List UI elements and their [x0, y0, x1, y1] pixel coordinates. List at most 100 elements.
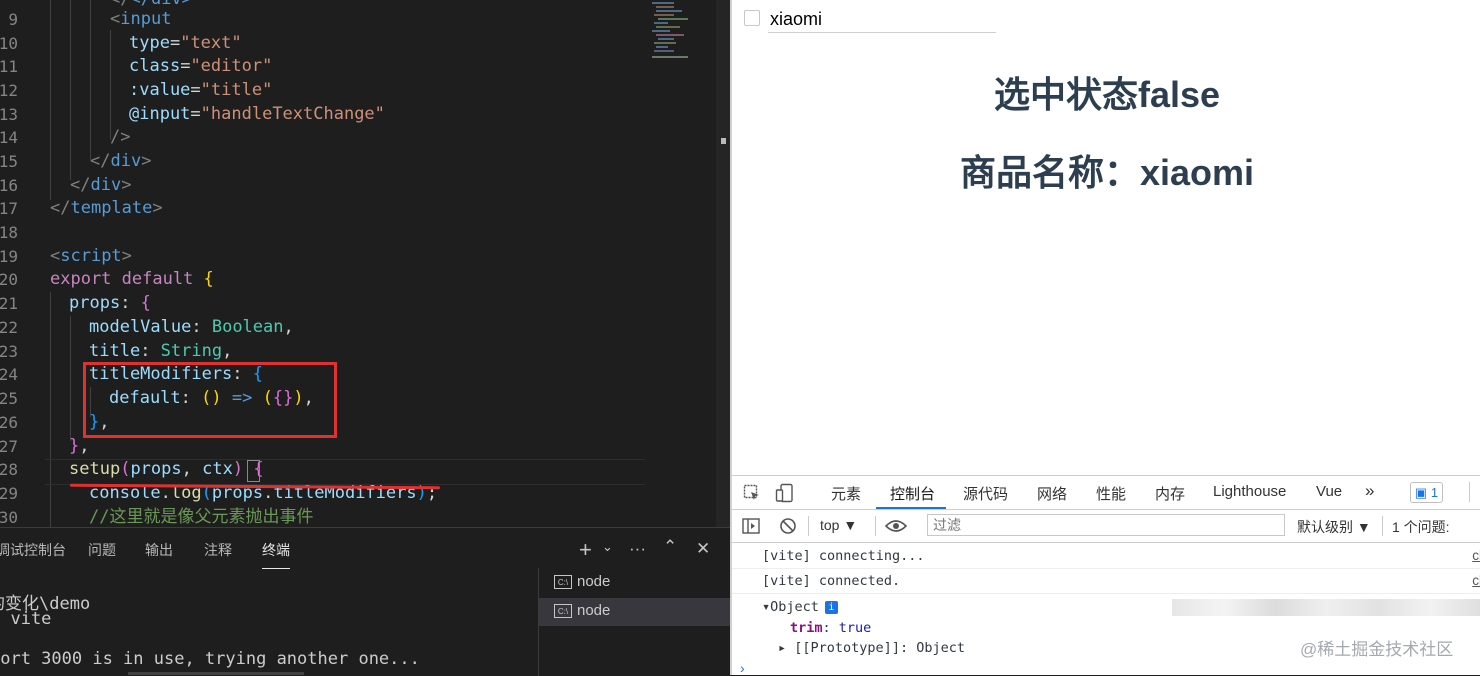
sidebar-toggle-icon[interactable]	[742, 518, 760, 534]
selected-checkbox[interactable]	[744, 10, 760, 26]
code-line: },	[69, 436, 90, 456]
line-number: 22	[0, 318, 18, 337]
indent-guide	[70, 0, 71, 180]
watermark-text: @稀土掘金技术社区	[1300, 640, 1454, 659]
product-title-input[interactable]	[768, 7, 996, 33]
info-icon[interactable]: i	[824, 601, 838, 614]
tab-vue[interactable]: Vue	[1316, 483, 1342, 500]
indent-guide	[90, 0, 91, 160]
object-label: Object	[770, 599, 819, 615]
terminal-list: C:\ node C:\ node	[538, 568, 731, 676]
tab-sources[interactable]: 源代码	[963, 483, 1008, 504]
tab-terminal[interactable]: 终端	[262, 540, 290, 569]
code-line: :value="title"	[129, 80, 273, 100]
tab-elements[interactable]: 元素	[831, 483, 861, 504]
console-object-entry[interactable]: ▾Object i	[762, 599, 838, 615]
chevron-down-icon[interactable]: ⌄	[602, 539, 613, 555]
live-expression-eye-icon[interactable]	[885, 519, 907, 533]
line-number: 24	[0, 365, 18, 384]
blurred-source-link	[1172, 599, 1480, 616]
code-line: </template>	[50, 198, 163, 218]
indent-guide	[50, 292, 51, 527]
more-tabs-icon[interactable]: »	[1365, 481, 1374, 501]
prototype-label: [[Prototype]]: Object	[794, 640, 965, 656]
browser-viewport: 选中状态false 商品名称：xiaomi	[730, 0, 1480, 475]
line-number: 13	[0, 105, 18, 124]
tab-comments[interactable]: 注释	[204, 540, 232, 560]
line-number: 11	[0, 57, 18, 76]
console-source-link[interactable]: cl	[1472, 548, 1480, 563]
code-line: export default {	[50, 269, 214, 289]
line-number: 28	[0, 460, 18, 479]
devtools-panel: 元素 控制台 源代码 网络 性能 内存 Lighthouse Vue » ▣ 1…	[730, 475, 1480, 676]
collapse-triangle-icon[interactable]: ▸	[778, 640, 786, 656]
log-level-selector[interactable]: 默认级别 ▼	[1297, 517, 1371, 537]
terminal-output-line: Port 3000 is in use, trying another one.…	[0, 649, 420, 669]
tab-network[interactable]: 网络	[1037, 483, 1067, 504]
code-editor[interactable]: 9 10 11 12 13 14 15 16 17 18 19 20 21 22 23 24 25 26 27 28 2…	[0, 0, 730, 527]
tab-memory[interactable]: 内存	[1155, 483, 1185, 504]
line-number: 21	[0, 294, 18, 313]
devtools-tab-bar: 元素 控制台 源代码 网络 性能 内存 Lighthouse Vue » ▣ 1…	[732, 476, 1480, 510]
code-comment: //这里就是像父元素抛出事件	[89, 507, 314, 527]
line-number: 19	[0, 247, 18, 266]
line-number: 10	[0, 34, 18, 53]
code-line: title: String,	[89, 341, 233, 361]
selection-status-heading: 选中状态false	[993, 74, 1221, 115]
code-line: modelValue: Boolean,	[89, 317, 294, 337]
object-prototype[interactable]: ▸ [[Prototype]]: Object	[778, 640, 965, 656]
scroll-position-marker	[721, 138, 726, 144]
line-number: 25	[0, 389, 18, 408]
add-terminal-icon[interactable]: +	[579, 537, 592, 563]
line-number: 23	[0, 342, 18, 361]
tab-performance[interactable]: 性能	[1096, 483, 1126, 504]
tab-output[interactable]: 输出	[145, 540, 173, 560]
console-message: [vite] connecting... cl	[732, 543, 1480, 569]
console-filter-input[interactable]	[927, 514, 1285, 536]
console-message-text: [vite] connecting...	[762, 548, 925, 564]
console-source-link[interactable]: cl	[1472, 573, 1480, 588]
device-toolbar-icon[interactable]	[775, 483, 795, 503]
console-message: [vite] connected. cl	[732, 568, 1480, 594]
more-actions-icon[interactable]: ···	[629, 539, 646, 559]
inspect-element-icon[interactable]	[743, 484, 761, 502]
clear-console-icon[interactable]	[779, 517, 797, 535]
issues-count-button[interactable]: 1 个问题:	[1392, 517, 1450, 537]
line-number-gutter: 9 10 11 12 13 14 15 16 17 18 19 20 21 22 23 24 25 26 27 28 2…	[0, 0, 24, 527]
minimap[interactable]	[652, 0, 712, 65]
terminal-icon: C:\	[554, 575, 572, 589]
line-number: 18	[0, 223, 18, 242]
console-prompt-icon[interactable]: ›	[740, 660, 745, 676]
context-selector[interactable]: top ▼	[820, 517, 857, 533]
expand-triangle-icon[interactable]: ▾	[762, 599, 770, 615]
line-number: 12	[0, 81, 18, 100]
divider	[875, 516, 876, 536]
code-line: props: {	[69, 293, 151, 313]
issues-badge[interactable]: ▣ 1	[1410, 482, 1443, 503]
terminal-item[interactable]: C:\ node	[539, 569, 731, 597]
divider	[1469, 482, 1470, 502]
line-number: 26	[0, 413, 18, 432]
line-number: 29	[0, 484, 18, 503]
close-panel-icon[interactable]: ✕	[696, 539, 710, 559]
code-line: //这里就是像父元素抛出事件	[89, 506, 313, 527]
settings-gear-icon[interactable]: ⋮	[1474, 481, 1480, 501]
active-tab-indicator	[876, 507, 946, 509]
line-number: 14	[0, 128, 18, 147]
tab-console[interactable]: 控制台	[890, 483, 935, 504]
tab-problems[interactable]: 问题	[88, 540, 116, 560]
console-message-text: [vite] connected.	[762, 573, 901, 589]
terminal-item[interactable]: C:\ node	[539, 598, 731, 626]
code-line: </div>	[90, 151, 152, 171]
tab-lighthouse[interactable]: Lighthouse	[1213, 483, 1286, 500]
line-number: 15	[0, 152, 18, 171]
maximize-panel-icon[interactable]: ⌃	[663, 537, 677, 557]
indent-guide	[110, 30, 111, 140]
tab-debug-console[interactable]: 调试控制台	[0, 540, 66, 560]
line-number: 27	[0, 437, 18, 456]
code-line: </div>	[70, 175, 132, 195]
code-line: />	[110, 127, 131, 147]
divider	[1382, 516, 1383, 536]
editor-scrollbar[interactable]	[716, 0, 730, 527]
terminal-item-label: node	[577, 573, 611, 590]
